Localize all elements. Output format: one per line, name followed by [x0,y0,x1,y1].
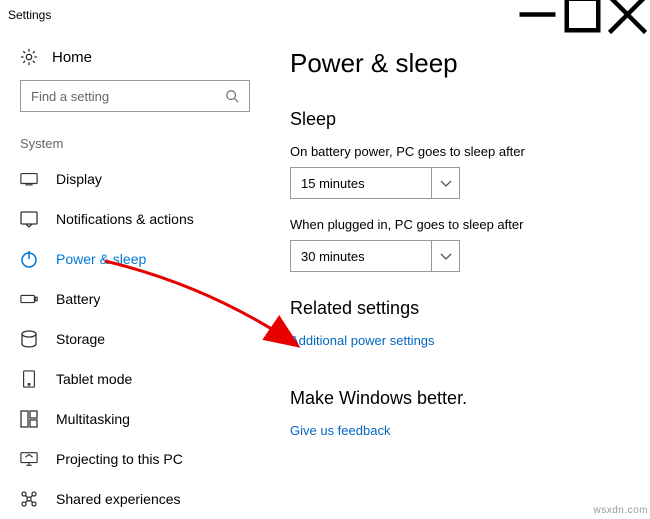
sidebar-item-multitasking[interactable]: Multitasking [0,399,270,439]
watermark: wsxdn.com [593,505,648,516]
sidebar-item-power-sleep[interactable]: Power & sleep [0,239,270,279]
battery-icon [20,290,38,308]
home-button[interactable]: Home [0,40,270,80]
sidebar-item-label: Storage [56,331,105,347]
related-settings-heading: Related settings [290,298,630,319]
titlebar: Settings [0,0,650,30]
battery-sleep-value: 15 minutes [301,176,425,191]
maximize-button[interactable] [560,0,605,30]
minimize-button[interactable] [515,0,560,30]
plugged-sleep-select[interactable]: 30 minutes [290,240,460,272]
sidebar-item-label: Power & sleep [56,251,146,267]
gear-icon [20,48,38,66]
chevron-down-icon [431,168,459,198]
display-icon [20,170,38,188]
sidebar-item-tablet-mode[interactable]: Tablet mode [0,359,270,399]
sleep-heading: Sleep [290,109,630,130]
shared-icon [20,490,38,508]
tablet-icon [20,370,38,388]
sidebar-item-label: Multitasking [56,411,130,427]
feedback-link[interactable]: Give us feedback [290,423,630,438]
search-placeholder: Find a setting [31,89,225,104]
multitasking-icon [20,410,38,428]
projecting-icon [20,450,38,468]
home-label: Home [52,49,92,66]
search-input[interactable]: Find a setting [20,80,250,112]
page-title: Power & sleep [290,48,630,79]
chevron-down-icon [431,241,459,271]
sidebar-item-label: Tablet mode [56,371,132,387]
sidebar-item-storage[interactable]: Storage [0,319,270,359]
battery-sleep-label: On battery power, PC goes to sleep after [290,144,630,159]
additional-power-settings-link[interactable]: Additional power settings [290,333,630,348]
sidebar-item-label: Notifications & actions [56,211,194,227]
battery-sleep-select[interactable]: 15 minutes [290,167,460,199]
sidebar-item-projecting[interactable]: Projecting to this PC [0,439,270,479]
power-icon [20,250,38,268]
sidebar-item-label: Battery [56,291,100,307]
sidebar: Home Find a setting System Display Notif… [0,30,270,518]
main-content: Power & sleep Sleep On battery power, PC… [270,30,650,518]
sidebar-item-shared[interactable]: Shared experiences [0,479,270,519]
close-button[interactable] [605,0,650,30]
plugged-sleep-value: 30 minutes [301,249,425,264]
sidebar-item-label: Display [56,171,102,187]
window-title: Settings [8,8,515,22]
storage-icon [20,330,38,348]
sidebar-item-label: Projecting to this PC [56,451,183,467]
search-icon [225,89,239,103]
plugged-sleep-label: When plugged in, PC goes to sleep after [290,217,630,232]
make-windows-better-heading: Make Windows better. [290,388,630,409]
sidebar-item-display[interactable]: Display [0,159,270,199]
sidebar-section-label: System [0,132,270,159]
notifications-icon [20,210,38,228]
sidebar-item-battery[interactable]: Battery [0,279,270,319]
sidebar-item-label: Shared experiences [56,491,181,507]
sidebar-item-notifications[interactable]: Notifications & actions [0,199,270,239]
